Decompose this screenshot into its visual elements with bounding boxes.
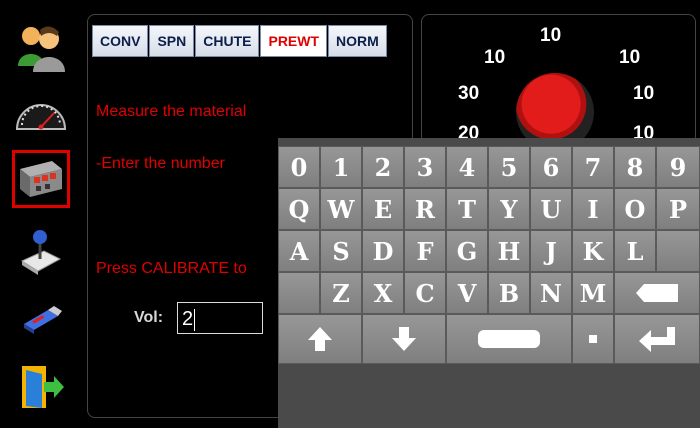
key[interactable]: B — [488, 272, 530, 314]
key[interactable]: V — [446, 272, 488, 314]
key[interactable]: 7 — [572, 146, 614, 188]
gauge-panel: 10 10 10 30 10 20 10 — [421, 14, 696, 144]
key[interactable]: F — [404, 230, 446, 272]
key[interactable]: N — [530, 272, 572, 314]
space-bar-icon — [478, 330, 540, 348]
key[interactable]: D — [362, 230, 404, 272]
key[interactable]: 4 — [446, 146, 488, 188]
tab-norm[interactable]: NORM — [328, 25, 387, 57]
key[interactable]: A — [278, 230, 320, 272]
dot-icon — [589, 335, 597, 343]
key[interactable]: 6 — [530, 146, 572, 188]
blank-key[interactable] — [656, 230, 700, 272]
key[interactable]: 0 — [278, 146, 320, 188]
volume-input[interactable]: 2 — [177, 302, 263, 334]
key[interactable]: S — [320, 230, 362, 272]
key[interactable]: J — [530, 230, 572, 272]
key[interactable]: I — [572, 188, 614, 230]
shift-up-icon — [308, 327, 332, 351]
key[interactable]: R — [404, 188, 446, 230]
backspace-icon — [636, 284, 678, 302]
space-key[interactable] — [446, 314, 572, 364]
tab-prewt[interactable]: PREWT — [260, 25, 328, 57]
key[interactable]: C — [404, 272, 446, 314]
key[interactable]: 3 — [404, 146, 446, 188]
speedometer-icon[interactable] — [12, 84, 70, 142]
sidebar — [0, 0, 82, 428]
key[interactable]: 9 — [656, 146, 700, 188]
blank-key[interactable] — [278, 272, 320, 314]
instruction-line-3: Press CALIBRATE to — [96, 260, 247, 277]
text-caret — [194, 308, 196, 331]
gauge-number: 30 — [458, 83, 480, 104]
gauge-number: 10 — [633, 83, 655, 104]
key[interactable]: Z — [320, 272, 362, 314]
key[interactable]: 8 — [614, 146, 656, 188]
key[interactable]: U — [530, 188, 572, 230]
key[interactable]: 2 — [362, 146, 404, 188]
key[interactable]: L — [614, 230, 656, 272]
key[interactable]: P — [656, 188, 700, 230]
on-screen-keyboard: 0 1 2 3 4 5 6 7 8 9 Q W E R T Y U I O P … — [278, 138, 700, 428]
gauge-number: 10 — [484, 47, 506, 68]
instruction-line-2: -Enter the number — [96, 155, 225, 172]
dot-key[interactable] — [572, 314, 614, 364]
key[interactable]: M — [572, 272, 614, 314]
usb-drive-icon[interactable] — [12, 290, 70, 348]
key[interactable]: H — [488, 230, 530, 272]
tab-conv[interactable]: CONV — [92, 25, 149, 57]
joystick-icon[interactable] — [12, 222, 70, 280]
gauge-number: 10 — [619, 47, 641, 68]
key[interactable]: T — [446, 188, 488, 230]
arrow-down-key[interactable] — [362, 314, 446, 364]
key[interactable]: 1 — [320, 146, 362, 188]
volume-label: Vol: — [134, 309, 164, 326]
arrow-down-icon — [392, 327, 416, 351]
key[interactable]: O — [614, 188, 656, 230]
exit-door-icon[interactable] — [12, 358, 70, 416]
shift-key[interactable] — [278, 314, 362, 364]
tab-bar: CONV SPN CHUTE PREWT NORM — [92, 25, 388, 57]
key[interactable]: G — [446, 230, 488, 272]
users-icon[interactable] — [12, 18, 70, 76]
key[interactable]: Q — [278, 188, 320, 230]
key[interactable]: E — [362, 188, 404, 230]
instruction-line-1: Measure the material — [96, 103, 247, 120]
key[interactable]: Y — [488, 188, 530, 230]
key[interactable]: X — [362, 272, 404, 314]
gauge-number: 10 — [540, 25, 562, 46]
key[interactable]: W — [320, 188, 362, 230]
key[interactable]: 5 — [488, 146, 530, 188]
valve-block-icon[interactable] — [12, 150, 70, 208]
key[interactable]: K — [572, 230, 614, 272]
tab-chute[interactable]: CHUTE — [195, 25, 260, 57]
enter-icon — [639, 327, 675, 352]
tab-spn[interactable]: SPN — [149, 25, 195, 57]
volume-value: 2 — [182, 308, 194, 330]
gauge-knob[interactable] — [516, 73, 594, 143]
backspace-key[interactable] — [614, 272, 700, 314]
enter-key[interactable] — [614, 314, 700, 364]
